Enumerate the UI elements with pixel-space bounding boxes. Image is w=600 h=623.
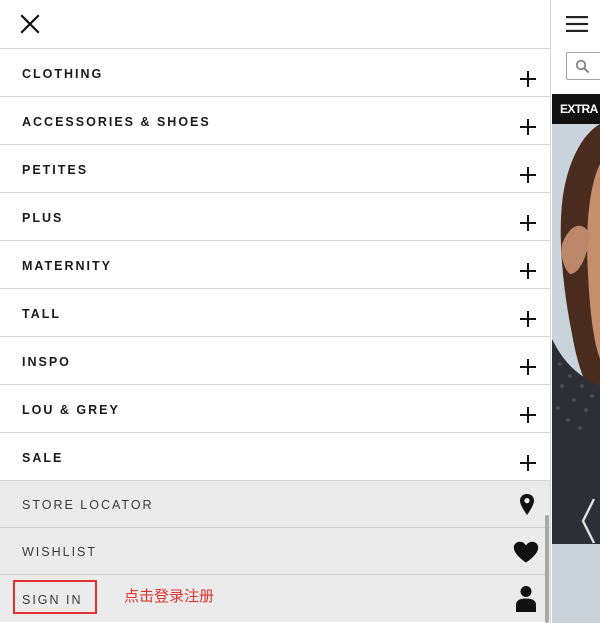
sign-in-label: SIGN IN	[22, 593, 83, 607]
plus-icon[interactable]	[519, 310, 537, 328]
plus-icon[interactable]	[519, 358, 537, 376]
menu-item-label: LOU & GREY	[22, 403, 120, 417]
close-icon[interactable]	[18, 12, 42, 36]
menu-item-label: ACCESSORIES & SHOES	[22, 115, 211, 129]
heart-icon	[513, 541, 539, 563]
menu-item-label: CLOTHING	[22, 67, 104, 81]
menu-item-accessories-shoes[interactable]: ACCESSORIES & SHOES	[0, 97, 550, 145]
drawer-scrollbar[interactable]	[545, 515, 549, 623]
drawer-header	[0, 0, 550, 49]
menu-item-tall[interactable]: TALL	[0, 289, 550, 337]
menu-item-label: PETITES	[22, 163, 89, 177]
hamburger-icon[interactable]	[566, 16, 588, 32]
hero-photo	[552, 124, 600, 623]
sign-in-annotation: 点击登录注册	[124, 588, 215, 605]
wishlist-label: WISHLIST	[22, 545, 98, 559]
plus-icon[interactable]	[519, 454, 537, 472]
plus-icon[interactable]	[519, 214, 537, 232]
plus-icon[interactable]	[519, 118, 537, 136]
search-icon	[575, 59, 590, 74]
store-locator-link[interactable]: STORE LOCATOR	[0, 481, 550, 528]
hero-image[interactable]	[552, 124, 600, 623]
menu-item-clothing[interactable]: CLOTHING	[0, 49, 550, 97]
menu-item-inspo[interactable]: INSPO	[0, 337, 550, 385]
menu-item-sale[interactable]: SALE	[0, 433, 550, 481]
plus-icon[interactable]	[519, 166, 537, 184]
store-locator-label: STORE LOCATOR	[22, 498, 154, 512]
plus-icon[interactable]	[519, 262, 537, 280]
menu-item-label: MATERNITY	[22, 259, 112, 273]
menu-item-label: PLUS	[22, 211, 64, 225]
side-drawer-menu: CLOTHING ACCESSORIES & SHOES PETITES PLU…	[0, 0, 551, 623]
menu-item-lou-grey[interactable]: LOU & GREY	[0, 385, 550, 433]
menu-item-label: INSPO	[22, 355, 71, 369]
search-input[interactable]	[566, 52, 600, 80]
sign-in-link[interactable]: SIGN IN 点击登录注册	[0, 575, 550, 622]
menu-item-maternity[interactable]: MATERNITY	[0, 241, 550, 289]
plus-icon[interactable]	[519, 406, 537, 424]
wishlist-link[interactable]: WISHLIST	[0, 528, 550, 575]
background-page: EXTRA	[552, 0, 600, 623]
menu-item-label: TALL	[22, 307, 62, 321]
plus-icon[interactable]	[519, 70, 537, 88]
menu-item-label: SALE	[22, 451, 64, 465]
menu-item-petites[interactable]: PETITES	[0, 145, 550, 193]
person-icon	[516, 586, 536, 612]
promo-banner[interactable]: EXTRA	[552, 94, 600, 124]
location-pin-icon	[520, 494, 534, 515]
menu-item-plus[interactable]: PLUS	[0, 193, 550, 241]
